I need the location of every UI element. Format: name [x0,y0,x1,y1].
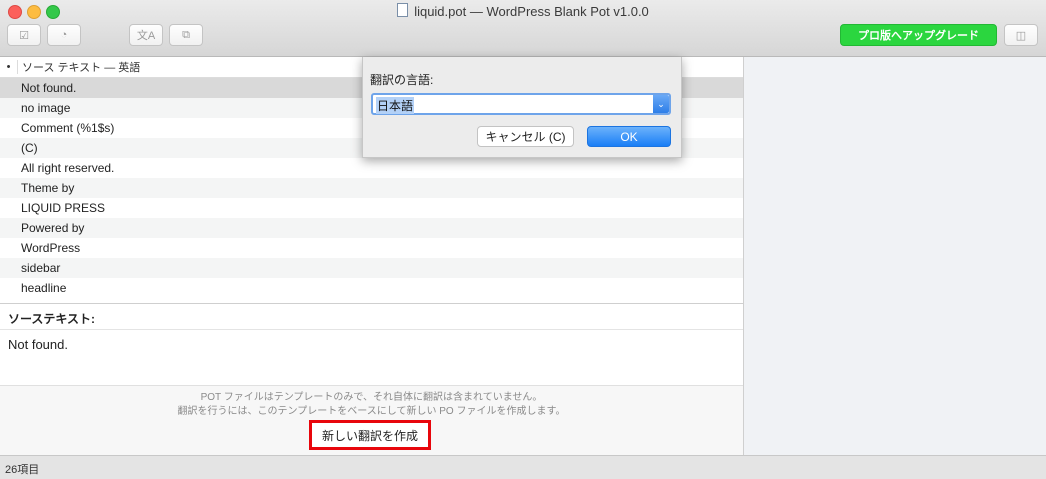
puzzle-icon: ⧉ [182,28,190,41]
header-bullet: • [0,60,18,74]
list-item[interactable]: Theme by [0,178,743,198]
checkbox-icon: ☑ [19,29,29,42]
extensions-button[interactable]: ⧉ [169,24,203,46]
translate-button[interactable]: 文A [129,24,163,46]
upgrade-button[interactable]: プロ版へアップグレード [840,24,997,46]
sidebar-toggle-icon: ◫ [1015,29,1027,42]
source-text-panel: ソーステキスト: Not found. [0,303,743,352]
stats-icon: ◔ [60,29,68,41]
window-title-area: liquid.pot — WordPress Blank Pot v1.0.0 [0,3,1046,19]
source-text-label: ソーステキスト: [8,312,96,326]
list-item[interactable]: All right reserved. [0,158,743,178]
item-count: 26項目 [5,464,40,476]
pot-info-line-2: 翻訳を行うには、このテンプレートをベースにして新しい PO ファイルを作成します… [177,406,566,417]
pot-info-area: POT ファイルはテンプレートのみで、それ自体に翻訳は含まれていません。 翻訳を… [0,385,743,456]
sidebar-toggle-button[interactable]: ◫ [1004,24,1038,46]
list-item[interactable]: LIQUID PRESS [0,198,743,218]
ok-button[interactable]: OK [587,126,671,147]
language-select-value[interactable]: 日本語 [376,97,415,114]
chevron-down-icon[interactable]: ⌄ [653,95,669,113]
pot-info-line-1: POT ファイルはテンプレートのみで、それ自体に翻訳は含まれていません。 [200,392,543,403]
translate-icon: 文A [136,30,156,42]
title-bar: liquid.pot — WordPress Blank Pot v1.0.0 … [0,0,1046,57]
statistics-button[interactable]: ◔ [47,24,81,46]
validate-button[interactable]: ☑ [7,24,41,46]
status-bar: 26項目 [0,455,1046,479]
language-select[interactable]: 日本語 ⌄ [371,93,671,115]
sidebar-pane [744,57,1046,455]
list-item[interactable]: WordPress [0,238,743,258]
source-column-header[interactable]: ソース テキスト — 英語 [18,59,140,75]
language-label: 翻訳の言語: [370,73,434,87]
document-icon [397,3,409,17]
source-text-value: Not found. [8,337,68,352]
create-new-translation-button[interactable]: 新しい翻訳を作成 [309,420,431,450]
language-dialog: 翻訳の言語: 日本語 ⌄ キャンセル (C) OK [362,57,682,158]
window-title: liquid.pot — WordPress Blank Pot v1.0.0 [414,4,649,19]
cancel-button[interactable]: キャンセル (C) [477,126,574,147]
divider [0,329,743,330]
list-item[interactable]: headline [0,278,743,298]
list-item[interactable]: Powered by [0,218,743,238]
list-item[interactable]: sidebar [0,258,743,278]
